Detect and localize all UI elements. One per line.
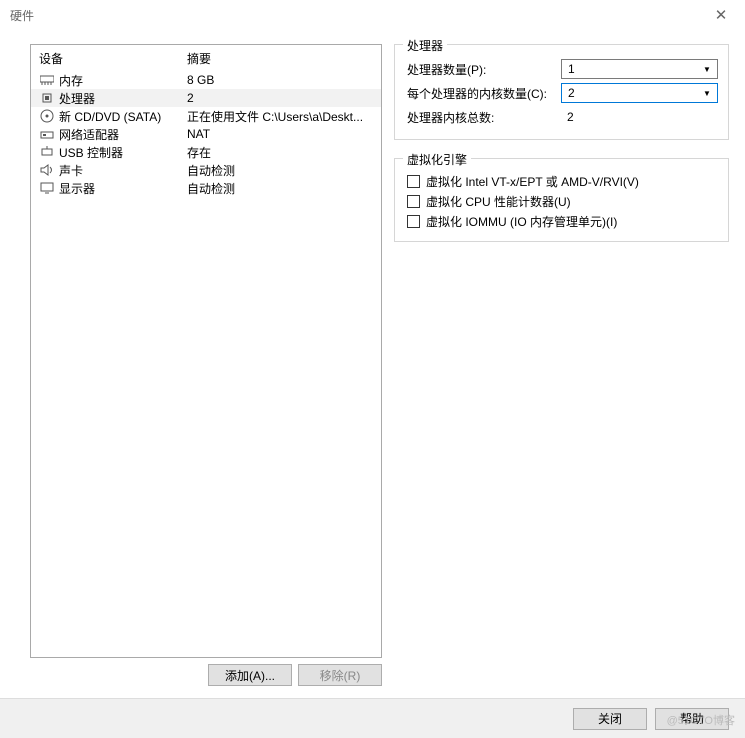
- device-row[interactable]: 处理器2: [31, 89, 381, 107]
- help-button[interactable]: 帮助: [655, 708, 729, 730]
- window-close-button[interactable]: ✕: [701, 1, 741, 29]
- processor-count-select[interactable]: 1 ▼: [561, 59, 718, 79]
- virtualization-option[interactable]: 虚拟化 CPU 性能计数器(U): [407, 191, 718, 211]
- device-panel: 设备 摘要 内存8 GB处理器2新 CD/DVD (SATA)正在使用文件 C:…: [30, 44, 382, 686]
- virtualization-option-label: 虚拟化 CPU 性能计数器(U): [426, 193, 571, 210]
- device-name: 新 CD/DVD (SATA): [59, 108, 187, 125]
- processor-group-legend: 处理器: [403, 37, 447, 54]
- device-row[interactable]: USB 控制器存在: [31, 143, 381, 161]
- cd-icon: [39, 109, 55, 123]
- settings-panel: 处理器 处理器数量(P): 1 ▼ 每个处理器的内核数量(C): 2 ▼: [394, 44, 729, 686]
- device-row[interactable]: 内存8 GB: [31, 71, 381, 89]
- processor-group: 处理器 处理器数量(P): 1 ▼ 每个处理器的内核数量(C): 2 ▼: [394, 44, 729, 140]
- virtualization-option-label: 虚拟化 Intel VT-x/EPT 或 AMD-V/RVI(V): [426, 173, 639, 190]
- processor-count-value: 1: [568, 62, 575, 76]
- virtualization-group: 虚拟化引擎 虚拟化 Intel VT-x/EPT 或 AMD-V/RVI(V)虚…: [394, 158, 729, 242]
- add-device-button[interactable]: 添加(A)...: [208, 664, 292, 686]
- memory-icon: [39, 73, 55, 87]
- device-list[interactable]: 设备 摘要 内存8 GB处理器2新 CD/DVD (SATA)正在使用文件 C:…: [30, 44, 382, 658]
- device-name: 内存: [59, 72, 187, 89]
- device-name: USB 控制器: [59, 144, 187, 161]
- close-button[interactable]: 关闭: [573, 708, 647, 730]
- column-header-summary: 摘要: [187, 50, 373, 67]
- device-row[interactable]: 声卡自动检测: [31, 161, 381, 179]
- cores-per-processor-select[interactable]: 2 ▼: [561, 83, 718, 103]
- remove-device-button[interactable]: 移除(R): [298, 664, 382, 686]
- total-cores-label: 处理器内核总数:: [407, 109, 557, 126]
- cores-per-processor-label: 每个处理器的内核数量(C):: [407, 85, 557, 102]
- sound-icon: [39, 163, 55, 177]
- cores-per-processor-value: 2: [568, 86, 575, 100]
- virtualization-option-label: 虚拟化 IOMMU (IO 内存管理单元)(I): [426, 213, 617, 230]
- device-summary: 自动检测: [187, 180, 373, 197]
- network-icon: [39, 127, 55, 141]
- hardware-settings-dialog: 硬件 ✕ 设备 摘要 内存8 GB处理器2新 CD/DVD (SATA)正在使用…: [0, 0, 745, 738]
- dialog-body: 设备 摘要 内存8 GB处理器2新 CD/DVD (SATA)正在使用文件 C:…: [0, 30, 745, 698]
- device-summary: 自动检测: [187, 162, 373, 179]
- device-name: 声卡: [59, 162, 187, 179]
- device-summary: 8 GB: [187, 73, 373, 87]
- checkbox-icon: [407, 175, 420, 188]
- close-icon: ✕: [715, 6, 728, 24]
- display-icon: [39, 181, 55, 195]
- chevron-down-icon: ▼: [699, 61, 715, 77]
- column-header-device: 设备: [39, 50, 187, 67]
- device-name: 处理器: [59, 90, 187, 107]
- device-summary: 正在使用文件 C:\Users\a\Deskt...: [187, 108, 373, 125]
- virtualization-option[interactable]: 虚拟化 Intel VT-x/EPT 或 AMD-V/RVI(V): [407, 171, 718, 191]
- processor-count-label: 处理器数量(P):: [407, 61, 557, 78]
- cpu-icon: [39, 91, 55, 105]
- device-list-buttons: 添加(A)... 移除(R): [30, 664, 382, 686]
- window-title: 硬件: [10, 7, 701, 24]
- titlebar: 硬件 ✕: [0, 0, 745, 30]
- device-row[interactable]: 新 CD/DVD (SATA)正在使用文件 C:\Users\a\Deskt..…: [31, 107, 381, 125]
- checkbox-icon: [407, 195, 420, 208]
- chevron-down-icon: ▼: [699, 85, 715, 101]
- virtualization-option[interactable]: 虚拟化 IOMMU (IO 内存管理单元)(I): [407, 211, 718, 231]
- device-list-header: 设备 摘要: [31, 45, 381, 71]
- device-summary: 2: [187, 91, 373, 105]
- device-summary: 存在: [187, 144, 373, 161]
- checkbox-icon: [407, 215, 420, 228]
- usb-icon: [39, 145, 55, 159]
- device-row[interactable]: 显示器自动检测: [31, 179, 381, 197]
- dialog-footer: 关闭 帮助: [0, 698, 745, 738]
- device-row[interactable]: 网络适配器NAT: [31, 125, 381, 143]
- device-name: 显示器: [59, 180, 187, 197]
- device-name: 网络适配器: [59, 126, 187, 143]
- device-summary: NAT: [187, 127, 373, 141]
- total-cores-value: 2: [561, 110, 574, 124]
- virtualization-group-legend: 虚拟化引擎: [403, 151, 471, 168]
